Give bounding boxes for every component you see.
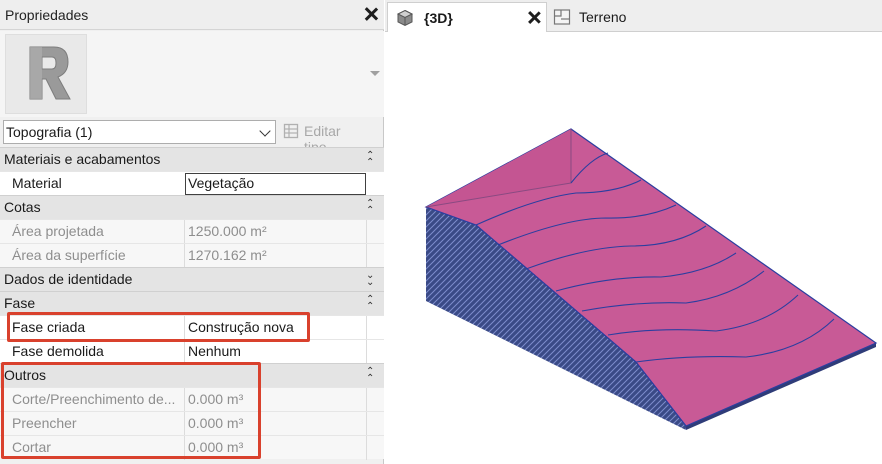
property-row-fill: Preencher 0.000 m³ (0, 411, 384, 436)
section-label: Fase (4, 295, 36, 311)
property-row-phase-created[interactable]: Fase criada Construção nova (0, 315, 384, 340)
property-row-cut-fill: Corte/Preenchimento de... 0.000 m³ (0, 387, 384, 412)
property-label: Área da superfície (12, 247, 126, 263)
section-other[interactable]: Outros ⌃ ⌃ (0, 363, 384, 387)
section-label: Cotas (4, 199, 41, 215)
property-label: Área projetada (12, 223, 104, 239)
property-label: Material (12, 175, 62, 191)
property-value: 0.000 m³ (188, 415, 244, 431)
tab-terreno[interactable]: Terreno (549, 2, 699, 32)
collapse-icon[interactable]: ⌃ ⌃ (366, 367, 376, 384)
material-value-field[interactable]: Vegetação (185, 173, 366, 195)
section-label: Outros (4, 367, 47, 383)
property-label: Cortar (12, 439, 51, 455)
section-phasing[interactable]: Fase ⌃ ⌃ (0, 291, 384, 315)
property-label: Preencher (12, 415, 77, 431)
property-row-phase-demolished[interactable]: Fase demolida Nenhum (0, 339, 384, 364)
property-label: Fase criada (12, 319, 86, 335)
column-divider (366, 436, 367, 460)
type-selector-dropdown[interactable]: Topografia (1) (3, 120, 276, 144)
type-preview-area (0, 31, 384, 117)
properties-title: Propriedades (5, 7, 89, 23)
property-row-surface-area: Área da superfície 1270.162 m² (0, 243, 384, 268)
section-identity-data[interactable]: Dados de identidade ⌄ ⌄ (0, 267, 384, 291)
property-value: 1270.162 m² (188, 247, 267, 263)
chevron-down-icon[interactable] (370, 71, 380, 76)
property-row-cut: Cortar 0.000 m³ (0, 435, 384, 460)
column-divider (184, 412, 185, 436)
column-divider (366, 220, 367, 244)
properties-panel: Propriedades Topografia (1) Editar tipo … (0, 0, 384, 464)
column-divider (184, 388, 185, 412)
property-row-material[interactable]: Material Vegetação (0, 171, 384, 195)
expand-icon[interactable]: ⌄ ⌄ (366, 271, 376, 288)
property-value: 0.000 m³ (188, 391, 244, 407)
column-divider (184, 244, 185, 268)
column-divider (366, 412, 367, 436)
cube-3d-view-icon (396, 9, 414, 27)
section-dimensions[interactable]: Cotas ⌃ ⌃ (0, 195, 384, 219)
type-image (5, 34, 87, 114)
column-divider (366, 244, 367, 268)
collapse-icon[interactable]: ⌃ ⌃ (366, 151, 376, 168)
property-value[interactable]: Construção nova (188, 319, 294, 335)
chevron-down-icon (259, 125, 271, 137)
type-selector-value: Topografia (1) (6, 124, 93, 140)
column-divider (184, 316, 185, 340)
close-icon[interactable] (362, 4, 380, 24)
tab-label: Terreno (579, 9, 627, 25)
property-label: Fase demolida (12, 343, 104, 359)
collapse-icon[interactable]: ⌃ ⌃ (366, 295, 376, 312)
column-divider (366, 388, 367, 412)
revit-logo-icon (29, 46, 71, 100)
topography-surface[interactable] (386, 33, 882, 464)
column-divider (184, 220, 185, 244)
tab-3d[interactable]: {3D} (387, 2, 547, 32)
column-divider (366, 316, 367, 340)
property-value: 0.000 m³ (188, 439, 244, 455)
property-row-projected-area: Área projetada 1250.000 m² (0, 219, 384, 244)
section-materials[interactable]: Materiais e acabamentos ⌃ ⌃ (0, 147, 384, 171)
collapse-icon[interactable]: ⌃ ⌃ (366, 199, 376, 216)
section-label: Dados de identidade (4, 271, 133, 287)
floor-plan-view-icon (553, 9, 571, 25)
view-tabs-bar: {3D} Terreno (385, 0, 882, 32)
property-value: Vegetação (188, 175, 255, 191)
property-value[interactable]: Nenhum (188, 343, 241, 359)
column-divider (366, 340, 367, 364)
column-divider (184, 436, 185, 460)
property-value: 1250.000 m² (188, 223, 267, 239)
tab-label: {3D} (424, 10, 453, 26)
section-label: Materiais e acabamentos (4, 151, 161, 167)
edit-type-icon (283, 123, 299, 139)
3d-viewport[interactable] (386, 33, 882, 464)
properties-header: Propriedades (0, 0, 384, 30)
close-icon[interactable] (526, 9, 542, 27)
property-label: Corte/Preenchimento de... (12, 391, 176, 407)
column-divider (184, 340, 185, 364)
